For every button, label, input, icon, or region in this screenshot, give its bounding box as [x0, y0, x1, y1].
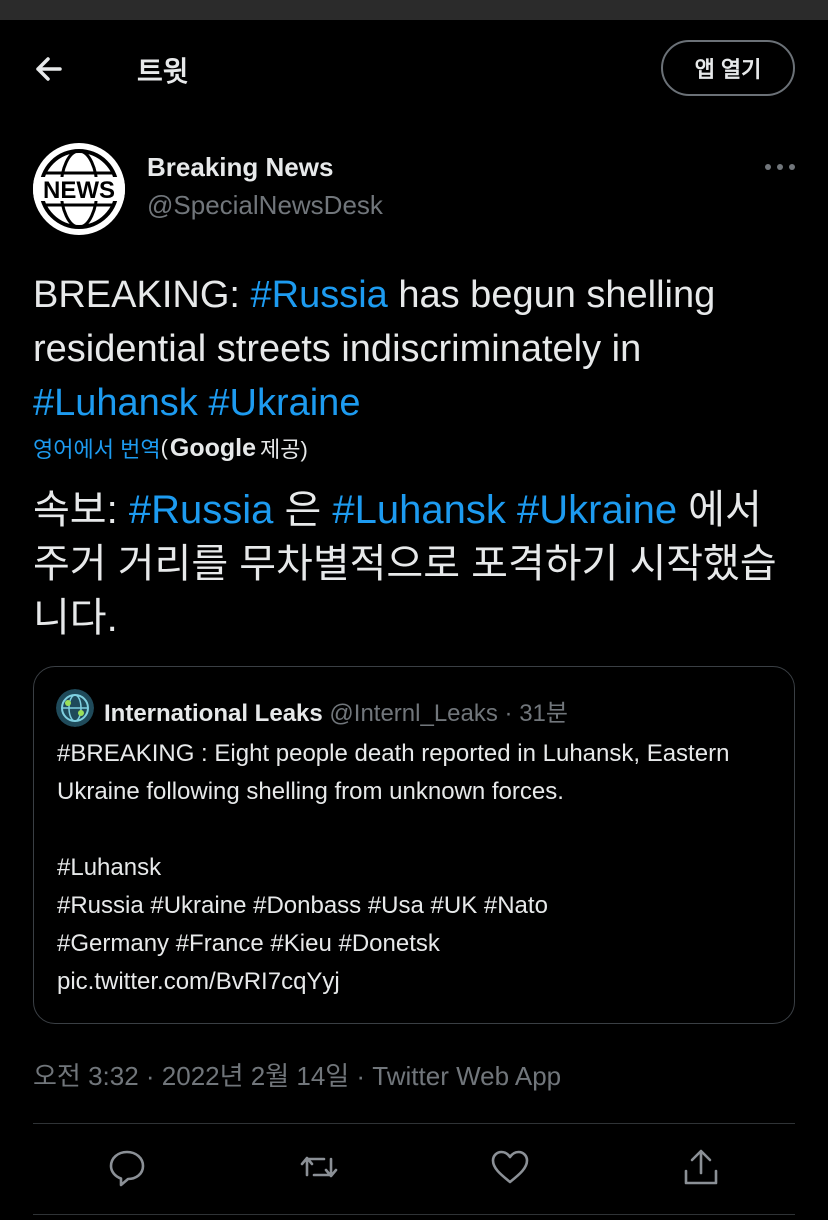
quote-body: #BREAKING : Eight people death reported …: [57, 740, 730, 995]
avatar[interactable]: NEWS: [33, 143, 125, 235]
translate-provider: 제공): [260, 437, 308, 462]
status-bar: [0, 0, 828, 20]
tweet-text: BREAKING: #Russia has begun shelling res…: [33, 268, 803, 430]
translate-link[interactable]: 영어에서 번역: [33, 432, 161, 464]
avatar-text: NEWS: [43, 177, 115, 204]
google-logo-text: Google: [169, 433, 256, 462]
reply-icon[interactable]: [105, 1145, 149, 1189]
hashtag-link[interactable]: #Russia: [129, 488, 274, 532]
divider: [33, 1214, 795, 1215]
translate-paren: (: [160, 435, 168, 460]
translated-segment: 속보:: [33, 488, 129, 532]
top-bar: 트윗 앱 열기: [0, 20, 828, 120]
author-name[interactable]: Breaking News: [147, 152, 333, 183]
quote-author-name: International Leaks: [104, 700, 323, 727]
page-title: 트윗: [137, 56, 189, 87]
translated-segment: [506, 488, 517, 532]
quote-header: International Leaks @Internl_Leaks · 31분: [104, 693, 568, 728]
quoted-tweet[interactable]: International Leaks @Internl_Leaks · 31분…: [33, 666, 795, 1024]
hashtag-link[interactable]: #Russia: [251, 274, 388, 316]
hashtag-link[interactable]: #Luhansk: [332, 488, 505, 532]
hashtag-link[interactable]: #Luhansk: [33, 382, 198, 424]
more-options-icon[interactable]: [762, 155, 798, 179]
divider: [33, 1123, 795, 1124]
translated-text: 속보: #Russia 은 #Luhansk #Ukraine 에서 주거 거리…: [33, 483, 803, 645]
author-handle[interactable]: @SpecialNewsDesk: [147, 190, 383, 221]
open-app-button[interactable]: 앱 열기: [661, 40, 795, 96]
back-arrow-icon[interactable]: [30, 52, 70, 86]
tweet-timestamp[interactable]: 오전 3:32 · 2022년 2월 14일 · Twitter Web App: [33, 1056, 561, 1093]
quote-avatar: [56, 689, 94, 727]
quote-handle-time: @Internl_Leaks · 31분: [329, 700, 568, 727]
retweet-icon[interactable]: [297, 1145, 341, 1189]
like-icon[interactable]: [488, 1145, 532, 1189]
tweet-text-segment: [198, 382, 209, 424]
tweet-text-segment: BREAKING:: [33, 274, 251, 316]
share-icon[interactable]: [679, 1145, 723, 1189]
translated-segment: 은: [273, 488, 333, 532]
hashtag-link[interactable]: #Ukraine: [208, 382, 360, 424]
action-bar: [0, 1145, 828, 1195]
translation-attribution: 영어에서 번역(Google 제공): [33, 432, 308, 464]
hashtag-link[interactable]: #Ukraine: [517, 488, 677, 532]
